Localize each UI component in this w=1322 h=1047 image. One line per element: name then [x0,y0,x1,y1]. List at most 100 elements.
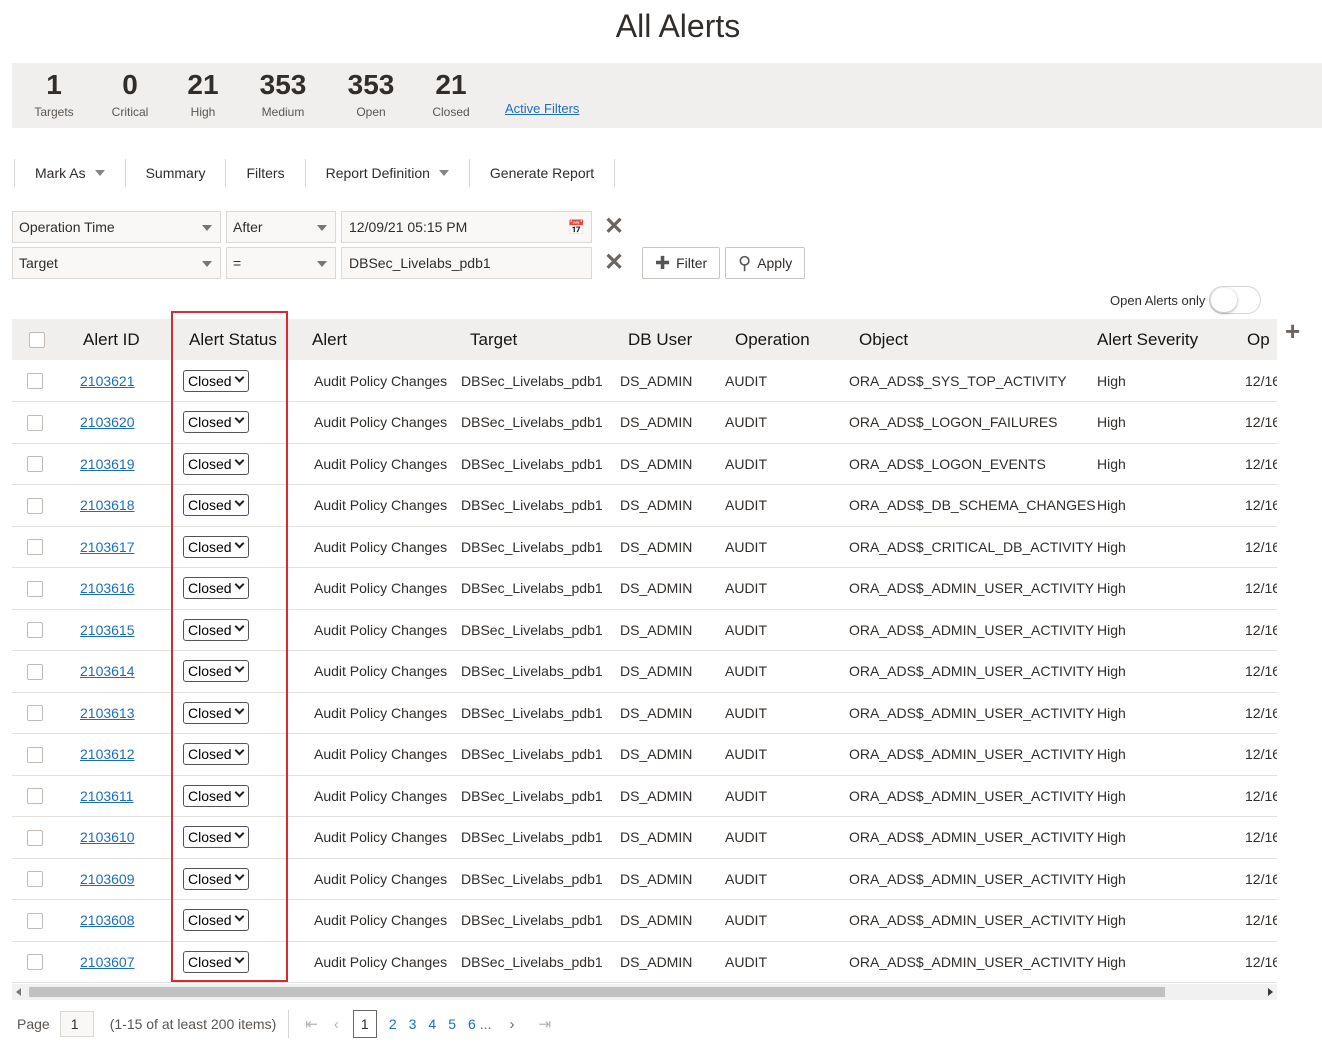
alert-status-select[interactable]: Closed [183,743,249,766]
stat-critical[interactable]: 0 Critical [102,69,158,119]
add-column-icon[interactable]: + [1285,316,1300,347]
row-checkbox[interactable] [27,580,43,597]
row-checkbox[interactable] [27,497,43,514]
alert-id-link[interactable]: 2103615 [80,622,135,638]
alert-status-select[interactable]: Closed [183,535,249,558]
column-header-object[interactable]: Object [849,319,1097,360]
table-row[interactable]: 2103609 Closed Audit Policy Changes DBSec_L… [12,858,1277,900]
alert-id-link[interactable]: 2103612 [80,746,135,762]
page-link[interactable]: 4 [428,1016,436,1032]
previous-page-icon[interactable]: ‹ [334,1016,339,1033]
row-checkbox[interactable] [27,705,43,722]
table-row[interactable]: 2103613 Closed Audit Policy Changes DBSec_L… [12,692,1277,734]
stat-closed[interactable]: 21 Closed [423,69,479,119]
column-header-target[interactable]: Target [460,319,620,360]
alert-id-link[interactable]: 2103620 [80,414,135,430]
last-page-icon[interactable]: ⇥ [538,1015,551,1033]
stat-open[interactable]: 353 Open [341,69,401,119]
alert-id-link[interactable]: 2103613 [80,705,135,721]
alert-status-select[interactable]: Closed [183,909,249,932]
calendar-icon[interactable]: 📅 [568,219,585,236]
alert-status-select[interactable]: Closed [183,618,249,641]
stat-high[interactable]: 21 High [175,69,231,119]
report-definition-menu-button[interactable]: Report Definition [304,159,469,187]
alert-id-link[interactable]: 2103614 [80,663,135,679]
alert-id-link[interactable]: 2103609 [80,871,135,887]
row-checkbox[interactable] [27,746,43,763]
row-checkbox[interactable] [27,871,43,888]
page-number-input[interactable]: 1 [59,1011,94,1037]
row-checkbox[interactable] [27,912,43,929]
remove-filter-icon[interactable]: ✕ [604,251,624,275]
row-checkbox[interactable] [27,954,43,971]
alert-status-select[interactable]: Closed [183,369,249,392]
alert-id-link[interactable]: 2103618 [80,497,135,513]
table-row[interactable]: 2103610 Closed Audit Policy Changes DBSec_L… [12,817,1277,858]
add-filter-button[interactable]: ✚ Filter [642,247,721,279]
remove-filter-icon[interactable]: ✕ [604,215,624,239]
filter-field-select[interactable]: Operation Time [12,211,221,243]
alert-id-link[interactable]: 2103621 [80,373,135,389]
alert-status-select[interactable]: Closed [183,660,249,683]
table-row[interactable]: 2103621 Closed Audit Policy Changes DBSec_L… [12,360,1277,402]
alert-status-select[interactable]: Closed [183,701,249,724]
filter-operator-select[interactable]: = [226,247,336,279]
alert-id-link[interactable]: 2103619 [80,456,135,472]
alert-status-select[interactable]: Closed [183,867,249,890]
table-row[interactable]: 2103612 Closed Audit Policy Changes DBSec_L… [12,734,1277,775]
filter-date-input[interactable]: 12/09/21 05:15 PM 📅 [341,211,592,243]
alert-status-select[interactable]: Closed [183,577,249,600]
filters-button[interactable]: Filters [225,159,304,187]
active-filters-link[interactable]: Active Filters [505,101,579,116]
column-header-db-user[interactable]: DB User [620,319,725,360]
horizontal-scrollbar[interactable] [12,984,1277,1000]
row-checkbox[interactable] [27,456,43,473]
column-header-operation[interactable]: Operation [725,319,849,360]
scroll-right-icon[interactable] [1268,988,1273,996]
page-link-current[interactable]: 1 [352,1010,377,1038]
alert-id-link[interactable]: 2103611 [80,788,133,804]
row-checkbox[interactable] [27,829,43,846]
alert-id-link[interactable]: 2103610 [80,829,135,845]
scroll-left-icon[interactable] [16,988,21,996]
summary-button[interactable]: Summary [124,159,226,187]
alert-id-link[interactable]: 2103608 [80,912,135,928]
generate-report-button[interactable]: Generate Report [468,159,616,187]
filter-field-select[interactable]: Target [12,247,221,279]
select-all-checkbox[interactable] [29,332,45,349]
table-row[interactable]: 2103614 Closed Audit Policy Changes DBSec_L… [12,651,1277,692]
scrollbar-thumb[interactable] [29,987,1165,997]
row-checkbox[interactable] [27,539,43,556]
filter-operator-select[interactable]: After [226,211,336,243]
alert-status-select[interactable]: Closed [183,452,249,475]
column-header-alert-status[interactable]: Alert Status [171,319,302,360]
first-page-icon[interactable]: ⇤ [305,1015,318,1033]
stat-targets[interactable]: 1 Targets [26,69,82,119]
page-link[interactable]: 5 [448,1016,456,1032]
alert-id-link[interactable]: 2103607 [80,954,135,970]
filter-value-input[interactable]: DBSec_Livelabs_pdb1 [341,247,592,279]
alert-id-link[interactable]: 2103616 [80,580,135,596]
alert-status-select[interactable]: Closed [183,784,249,807]
column-header-alert-id[interactable]: Alert ID [64,319,171,360]
alert-id-link[interactable]: 2103617 [80,539,135,555]
row-checkbox[interactable] [27,663,43,680]
apply-button[interactable]: ⚲ Apply [725,247,806,279]
table-row[interactable]: 2103608 Closed Audit Policy Changes DBSec_L… [12,900,1277,941]
table-row[interactable]: 2103617 Closed Audit Policy Changes DBSec_L… [12,526,1277,568]
page-link[interactable]: 3 [409,1016,417,1032]
column-header-alert-severity[interactable]: Alert Severity [1097,319,1245,360]
page-link[interactable]: 6 [468,1016,476,1032]
row-checkbox[interactable] [27,788,43,805]
alert-status-select[interactable]: Closed [183,411,249,434]
alert-status-select[interactable]: Closed [183,950,249,973]
page-link[interactable]: 2 [389,1016,397,1032]
table-row[interactable]: 2103607 Closed Audit Policy Changes DBSec_L… [12,941,1277,983]
column-header-alert[interactable]: Alert [302,319,460,360]
table-row[interactable]: 2103618 Closed Audit Policy Changes DBSec_L… [12,485,1277,526]
alert-status-select[interactable]: Closed [183,826,249,849]
row-checkbox[interactable] [27,414,43,431]
alert-status-select[interactable]: Closed [183,494,249,517]
mark-as-menu-button[interactable]: Mark As [14,159,125,187]
table-row[interactable]: 2103620 Closed Audit Policy Changes DBSec_L… [12,402,1277,443]
